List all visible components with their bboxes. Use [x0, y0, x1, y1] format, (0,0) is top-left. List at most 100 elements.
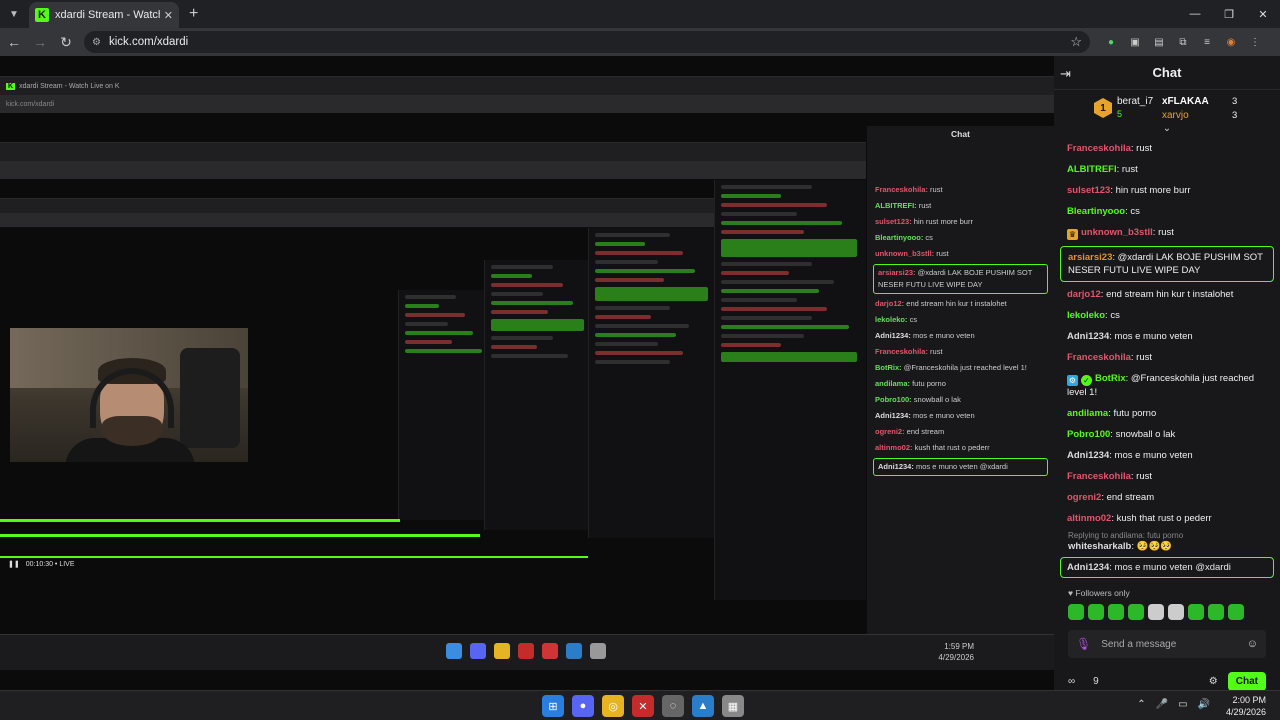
- star-icon[interactable]: ☆: [1070, 34, 1082, 50]
- minimize-icon[interactable]: —: [1178, 0, 1212, 28]
- leader-first-count: 5: [1117, 109, 1123, 119]
- chat-username[interactable]: lekoleko: [1067, 310, 1105, 321]
- mic-icon[interactable]: 🎙: [1076, 637, 1091, 651]
- taskbar-clock[interactable]: 2:00 PM 4/29/2026: [1226, 694, 1266, 718]
- url-text[interactable]: kick.com/xdardi: [109, 36, 1070, 48]
- chat-text: kush that rust o pederr: [1116, 513, 1212, 524]
- chat-username[interactable]: Adni1234: [1067, 450, 1109, 461]
- emote-icon[interactable]: [1128, 604, 1144, 620]
- browser-tab[interactable]: K xdardi Stream - Watch Live on K ✕: [29, 2, 179, 28]
- input-placeholder[interactable]: Send a message: [1101, 639, 1247, 650]
- points-count[interactable]: 9: [1093, 676, 1099, 687]
- nested-progress-2: [0, 534, 480, 537]
- extension-icon[interactable]: ▤: [1148, 33, 1170, 51]
- nested-progress-3: [0, 556, 588, 558]
- volume-icon[interactable]: 🔊: [1198, 699, 1210, 710]
- chat-text: rust: [1136, 352, 1153, 363]
- leaderboard-toggle-icon[interactable]: ⌄: [1054, 124, 1280, 138]
- chrome-icon[interactable]: ◎: [602, 695, 624, 717]
- chat-message: ALBITREFI: rust: [1067, 164, 1138, 175]
- nested-clock: 1:59 PM 4/29/2026: [938, 642, 974, 662]
- leader-second-count: 3: [1232, 96, 1238, 107]
- chat-message: Franceskohila: rust: [1067, 143, 1153, 154]
- extension-icon[interactable]: ⧉: [1172, 33, 1194, 51]
- chat-message: ⚙ ✓ BotRix: @Franceskohila just reached le…: [1067, 373, 1255, 398]
- network-icon[interactable]: ▭: [1178, 699, 1187, 710]
- nested-url: kick.com/xdardi: [6, 100, 55, 108]
- chat-username[interactable]: Franceskohila: [1067, 471, 1131, 482]
- chat-username[interactable]: Adni1234: [1067, 331, 1109, 342]
- emote-icon[interactable]: [1148, 604, 1164, 620]
- chat-message: Adni1234: mos e muno veten: [1067, 450, 1193, 461]
- chat-message: sulset123: hin rust more burr: [1067, 185, 1191, 196]
- emote-icon[interactable]: [1068, 604, 1084, 620]
- app-icon[interactable]: ▦: [722, 695, 744, 717]
- app-icon[interactable]: ✕: [632, 695, 654, 717]
- leader-second-name[interactable]: xFLAKAA: [1162, 96, 1209, 107]
- chat-username[interactable]: darjo12: [1067, 289, 1101, 300]
- extension-icon[interactable]: ●: [1100, 33, 1122, 51]
- extension-icon[interactable]: ▣: [1124, 33, 1146, 51]
- close-window-icon[interactable]: ✕: [1246, 0, 1280, 28]
- chat-username[interactable]: andilama: [1067, 408, 1108, 419]
- app-icon[interactable]: ▲: [692, 695, 714, 717]
- nested-live-time: ❚❚ 00:10:30 • LIVE: [8, 561, 75, 568]
- collapse-chat-icon[interactable]: ⇥: [1060, 66, 1071, 82]
- nested-browser-1: K xdardi Stream - Watch Live on K kick.c…: [0, 76, 1054, 113]
- chat-username[interactable]: ogreni2: [1067, 492, 1101, 503]
- menu-icon[interactable]: ⋮: [1244, 33, 1266, 51]
- close-icon[interactable]: ✕: [164, 9, 173, 22]
- gear-icon[interactable]: ⚙: [1209, 676, 1218, 687]
- reply-hint: Replying to andilama: futu porno: [1068, 531, 1184, 540]
- extension-icon[interactable]: ≡: [1196, 33, 1218, 51]
- emote-icon[interactable]: [1228, 604, 1244, 620]
- tab-list-icon[interactable]: ▼: [3, 3, 25, 25]
- site-info-icon[interactable]: ⚙: [92, 37, 101, 48]
- emote-icon[interactable]: [1088, 604, 1104, 620]
- reload-icon[interactable]: ↻: [54, 34, 78, 51]
- chat-username[interactable]: sulset123: [1067, 185, 1110, 196]
- windows-start-icon[interactable]: ⊞: [542, 695, 564, 717]
- send-chat-button[interactable]: Chat: [1227, 671, 1266, 691]
- nested-progress-1: [0, 519, 400, 522]
- chat-messages: Franceskohila: rust ALBITREFI: rust sulset…: [1054, 138, 1280, 529]
- chat-username[interactable]: altinmo02: [1067, 513, 1111, 524]
- chat-username[interactable]: Franceskohila: [1067, 143, 1131, 154]
- crown-icon: ♛: [1067, 229, 1078, 240]
- chat-username[interactable]: Bleartinyooo: [1067, 206, 1125, 217]
- chat-username[interactable]: arsiarsi23: [1068, 252, 1112, 263]
- address-bar[interactable]: ⚙ kick.com/xdardi ☆: [84, 31, 1090, 53]
- back-icon[interactable]: ←: [2, 34, 26, 50]
- emote-icon[interactable]: [1208, 604, 1224, 620]
- chat-text: hin rust more burr: [1115, 185, 1191, 196]
- chevron-up-icon[interactable]: ⌃: [1137, 699, 1145, 710]
- infinity-icon[interactable]: ∞: [1068, 676, 1075, 687]
- discord-icon[interactable]: ●: [572, 695, 594, 717]
- emote-icon[interactable]: [1168, 604, 1184, 620]
- system-tray: ⌃ 🎤 ▭ 🔊: [1137, 699, 1210, 710]
- chat-username[interactable]: ALBITREFI: [1067, 164, 1117, 175]
- maximize-icon[interactable]: ❐: [1212, 0, 1246, 28]
- chat-username[interactable]: BotRix: [1095, 373, 1126, 384]
- emote-icon[interactable]: [1108, 604, 1124, 620]
- leader-third-name[interactable]: xarvjo: [1162, 110, 1189, 121]
- profile-icon[interactable]: ◉: [1220, 33, 1242, 51]
- extensions: ● ▣ ▤ ⧉ ≡ ◉ ⋮: [1100, 33, 1268, 51]
- mic-tray-icon[interactable]: 🎤: [1156, 699, 1168, 710]
- chat-text: rust: [1136, 471, 1153, 482]
- emote-icon[interactable]: [1188, 604, 1204, 620]
- chat-username[interactable]: unknown_b3stll: [1081, 227, 1153, 238]
- chat-title: Chat: [1152, 65, 1182, 80]
- message-input[interactable]: 🎙 Send a message ☺: [1068, 630, 1266, 658]
- chat-username[interactable]: Franceskohila: [1067, 352, 1131, 363]
- chat-header: ⇥ Chat: [1054, 56, 1280, 90]
- chat-text: end stream hin kur t instalohet: [1106, 289, 1234, 300]
- forward-icon[interactable]: →: [28, 34, 52, 50]
- leader-first-name[interactable]: berat_i7: [1117, 96, 1153, 107]
- app-icon[interactable]: ◌: [662, 695, 684, 717]
- chat-text: mos e muno veten: [1114, 450, 1193, 461]
- stream-video[interactable]: K xdardi Stream - Watch Live on K kick.c…: [0, 56, 1054, 690]
- new-tab-icon[interactable]: +: [189, 5, 198, 23]
- emoji-icon[interactable]: ☺: [1247, 638, 1258, 650]
- chat-username[interactable]: Pobro100: [1067, 429, 1110, 440]
